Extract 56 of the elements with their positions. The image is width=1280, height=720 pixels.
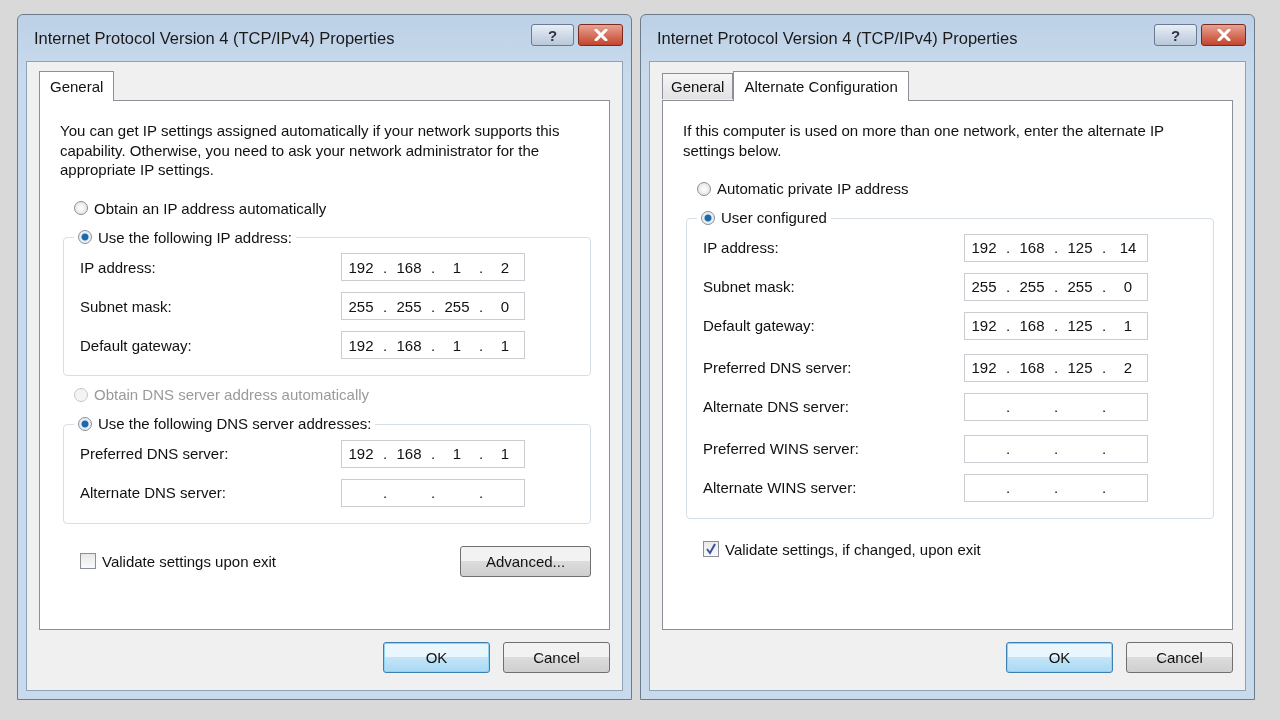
ip-address-field[interactable]: 192 . 168 . 1 . 1: [341, 331, 525, 359]
field-label: Alternate DNS server:: [80, 484, 227, 501]
ip-address-field[interactable]: . . .: [964, 434, 1148, 463]
ip-address-field[interactable]: 255 . 255 . 255 . 0: [964, 272, 1148, 301]
field-label: Alternate DNS server:: [703, 398, 850, 415]
dialog-button[interactable]: OK: [383, 642, 490, 673]
dialog-button[interactable]: Cancel: [1126, 642, 1233, 673]
ip-address-field[interactable]: 192 . 168 . 1 . 2: [341, 253, 525, 281]
description-text: You can get IP settings assigned automatically if your network supports this capability. Otherwise, you need to ask your network administrator for the appropriate IP settings.: [60, 121, 561, 180]
window-title: Internet Protocol Version 4 (TCP/IPv4) Properties: [657, 28, 1018, 48]
radio-label[interactable]: Automatic private IP address: [717, 180, 909, 197]
close-button[interactable]: [1201, 24, 1246, 46]
ip-address-field[interactable]: . . .: [964, 473, 1148, 502]
window-title: Internet Protocol Version 4 (TCP/IPv4) Properties: [34, 28, 395, 48]
field-label: Subnet mask:: [80, 297, 173, 315]
radio-label[interactable]: Use the following DNS server addresses:: [98, 415, 372, 432]
ip-address-field[interactable]: 192 . 168 . 125 . 14: [964, 233, 1148, 262]
field-label: Default gateway:: [703, 317, 816, 334]
close-icon: [1216, 29, 1231, 41]
field-label: Subnet mask:: [703, 278, 796, 295]
field-label: Preferred DNS server:: [703, 359, 853, 376]
radio-button[interactable]: [78, 416, 92, 431]
tab[interactable]: General: [662, 73, 734, 99]
field-label: IP address:: [80, 258, 157, 276]
close-button[interactable]: [578, 24, 623, 46]
radio-label[interactable]: Obtain an IP address automatically: [94, 199, 327, 217]
description-text: If this computer is used on more than one network, enter the alternate IP settings below.: [683, 121, 1165, 160]
tab[interactable]: Alternate Configuration: [733, 71, 909, 101]
radio-label[interactable]: User configured: [721, 209, 827, 226]
ip-address-field[interactable]: 192 . 168 . 1 . 1: [341, 439, 525, 468]
field-label: IP address:: [703, 239, 780, 256]
checkbox[interactable]: [703, 541, 719, 557]
checkbox-label[interactable]: Validate settings, if changed, upon exit: [725, 540, 981, 558]
radio-button[interactable]: [697, 181, 711, 196]
field-label: Preferred WINS server:: [703, 440, 860, 457]
ip-address-field[interactable]: . . .: [341, 478, 525, 507]
ip-address-field[interactable]: 255 . 255 . 255 . 0: [341, 292, 525, 320]
help-button[interactable]: ?: [531, 24, 574, 46]
checkbox[interactable]: [80, 553, 96, 569]
radio-button[interactable]: [78, 230, 92, 244]
ip-address-field[interactable]: 192 . 168 . 125 . 1: [964, 311, 1148, 340]
field-label: Preferred DNS server:: [80, 445, 230, 462]
radio-label[interactable]: Use the following IP address:: [98, 228, 292, 246]
advanced-button[interactable]: Advanced...: [460, 545, 591, 577]
dialog-button[interactable]: OK: [1006, 642, 1113, 673]
field-label: Default gateway:: [80, 336, 193, 354]
ip-address-field[interactable]: 192 . 168 . 125 . 2: [964, 353, 1148, 382]
close-icon: [593, 29, 608, 41]
radio-button[interactable]: [701, 210, 715, 225]
help-button[interactable]: ?: [1154, 24, 1197, 46]
ip-address-field[interactable]: . . .: [964, 392, 1148, 421]
tab[interactable]: General: [39, 71, 115, 101]
dialog-button[interactable]: Cancel: [503, 642, 610, 673]
checkbox-label[interactable]: Validate settings upon exit: [102, 552, 276, 570]
field-label: Alternate WINS server:: [703, 479, 858, 496]
radio-button[interactable]: [74, 201, 88, 215]
